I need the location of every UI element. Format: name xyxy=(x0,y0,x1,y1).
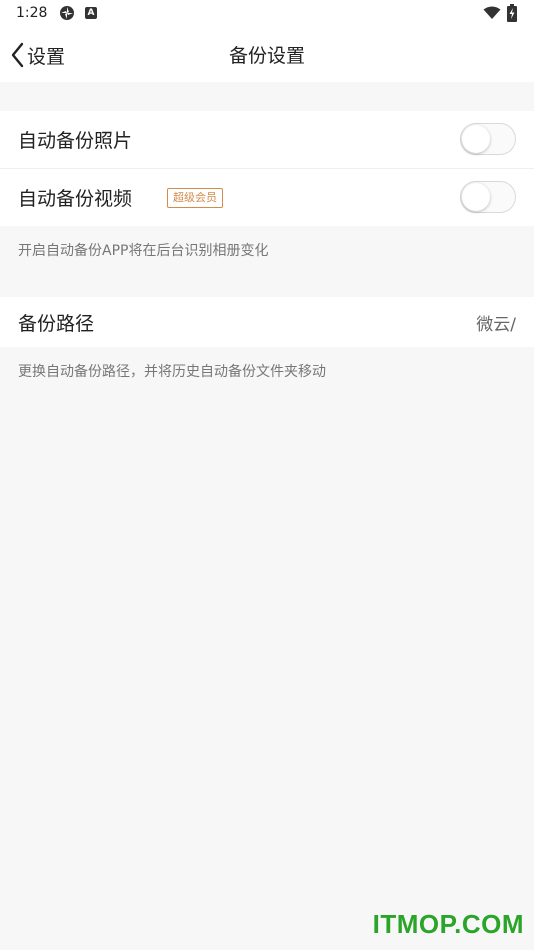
pinwheel-icon xyxy=(60,6,74,20)
toggle-knob xyxy=(462,125,490,153)
status-time: 1:28 xyxy=(16,5,48,21)
auto-backup-section: 自动备份照片 自动备份视频 超级会员 xyxy=(0,111,534,226)
auto-backup-videos-toggle[interactable] xyxy=(460,181,516,213)
auto-backup-photos-row: 自动备份照片 xyxy=(0,111,534,168)
backup-path-label: 备份路径 xyxy=(18,312,95,335)
path-hint-text: 更换自动备份路径，并将历史自动备份文件夹移动 xyxy=(18,364,326,380)
page-title: 备份设置 xyxy=(228,45,305,67)
toggle-knob xyxy=(462,183,490,211)
site-watermark: ITMOP.COM xyxy=(372,909,524,939)
super-vip-badge: 超级会员 xyxy=(167,188,223,208)
status-bar: 1:28 A xyxy=(0,0,534,28)
auto-backup-photos-toggle[interactable] xyxy=(460,123,516,155)
wifi-icon xyxy=(483,6,501,19)
backup-path-row[interactable]: 备份路径 微云/ xyxy=(0,297,534,347)
auto-backup-videos-label: 自动备份视频 xyxy=(18,188,133,210)
backup-path-value: 微云/ xyxy=(476,314,516,335)
battery-charging-icon xyxy=(507,4,517,22)
a-icon: A xyxy=(85,7,97,19)
backup-hint-text: 开启自动备份APP将在后台识别相册变化 xyxy=(18,243,269,259)
auto-backup-photos-label: 自动备份照片 xyxy=(18,130,133,152)
auto-backup-videos-row: 自动备份视频 超级会员 xyxy=(0,168,534,226)
nav-bar: 设置 备份设置 xyxy=(0,28,534,82)
backup-path-section: 备份路径 微云/ xyxy=(0,297,534,347)
